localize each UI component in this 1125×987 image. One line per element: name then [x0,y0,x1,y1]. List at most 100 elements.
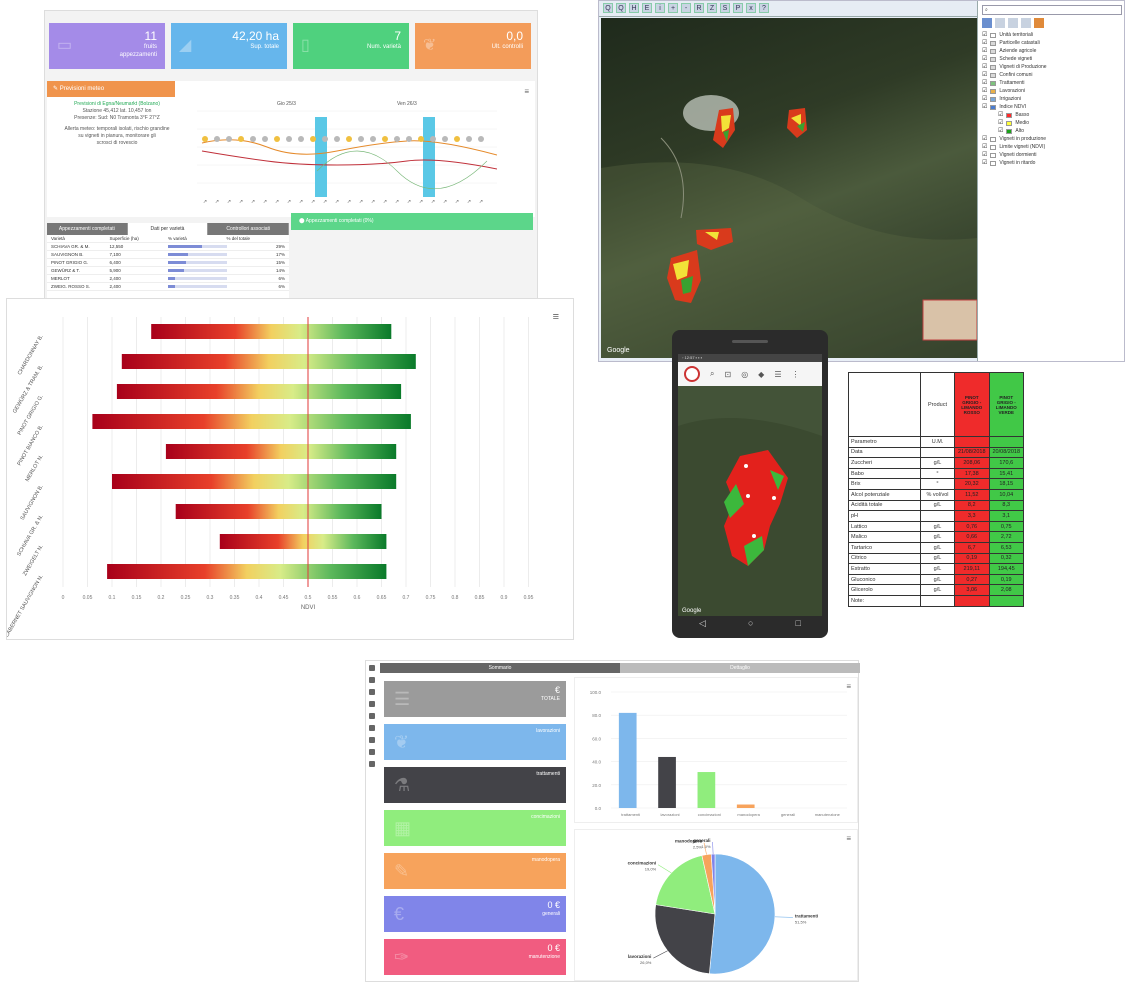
cost-card[interactable]: ✑ 0 € manutenzione [384,939,566,975]
tool-icon[interactable] [369,713,375,719]
column-header[interactable]: Superficie (ha) [110,235,169,242]
layer-item[interactable]: ☑ Particelle catastali [982,39,1122,47]
minimap[interactable] [922,299,978,341]
layer-item[interactable]: ☑ Limite vigneti (NDVI) [982,143,1122,151]
home-button[interactable]: ○ [748,618,753,634]
cost-bar[interactable] [697,772,716,808]
layer-item[interactable]: ☑ Indice NDVI [982,103,1122,111]
menu-icon[interactable]: ☰ [774,370,781,379]
column-header[interactable]: % varietà [168,235,227,242]
table-icon[interactable] [1021,18,1031,28]
layer-checkbox[interactable]: ☑ [982,63,987,71]
layer-checkbox[interactable]: ☑ [982,71,987,79]
wrench-icon[interactable] [369,749,375,755]
layer-checkbox[interactable]: ☑ [982,95,987,103]
ndvi-range-bar[interactable] [116,384,402,399]
cost-bar[interactable] [618,712,637,808]
ndvi-range-bar[interactable] [92,414,411,429]
recents-button[interactable]: □ [796,618,801,634]
cost-card[interactable]: ▦ concimazioni [384,810,566,846]
table-row[interactable]: MERLOT 2,400 6% [47,275,289,283]
app-logo[interactable] [684,366,700,382]
layer-item[interactable]: ☑ Alto [982,127,1122,135]
layers-search-input[interactable]: ⌕ [982,5,1122,15]
tab-1[interactable]: Dati per varietà [127,223,209,235]
cost-card[interactable]: €0 € generali [384,896,566,932]
bar-menu-icon[interactable]: ≡ [846,682,851,691]
layer-item[interactable]: ☑ Confini comuni [982,71,1122,79]
layer-checkbox[interactable]: ☑ [998,127,1003,135]
ndvi-range-bar[interactable] [165,444,397,459]
gis-tool-icon[interactable]: - [681,3,691,13]
summary-card[interactable]: ▯ 7 Num. varietà [293,23,409,69]
gis-tool-icon[interactable]: P [733,3,743,13]
tab-2[interactable]: Controllori associati [208,223,290,235]
layer-checkbox[interactable]: ☑ [982,31,987,39]
gis-tool-icon[interactable]: R [694,3,704,13]
list-icon[interactable] [369,677,375,683]
cost-card[interactable]: ⚗ trattamenti [384,767,566,803]
layer-item[interactable]: ☑ Aziende agricole [982,47,1122,55]
more-icon[interactable]: ⋮ [792,370,800,379]
home-icon[interactable] [369,665,375,671]
costs-tab-1[interactable]: Dettaglio [620,663,860,673]
gis-tool-icon[interactable]: Z [707,3,717,13]
layer-item[interactable]: ☑ Vigneti di Produzione [982,63,1122,71]
summary-card[interactable]: ▭ 11 fruits appezzamenti [49,23,165,69]
layer-checkbox[interactable]: ☑ [982,135,987,143]
cost-bar[interactable] [736,804,755,808]
layer-item[interactable]: ☑ Vigneti in ritardo [982,159,1122,167]
pie-slice[interactable] [654,904,716,975]
gis-tool-icon[interactable]: H [629,3,639,13]
layer-item[interactable]: ☑ Irrigazioni [982,95,1122,103]
stats-icon[interactable] [1034,18,1044,28]
tractor-icon[interactable] [369,737,375,743]
search-icon[interactable]: ⌕ [710,369,714,379]
ndvi-field-2[interactable] [787,108,807,138]
costs-tab-0[interactable]: Sommario [380,663,620,673]
column-header[interactable]: % del totale [227,235,286,242]
layer-item[interactable]: ☑ Unità territoriali [982,31,1122,39]
ndvi-range-bar[interactable] [107,564,387,579]
layer-checkbox[interactable]: ☑ [998,111,1003,119]
layer-item[interactable]: ☑ Trattamenti [982,79,1122,87]
layer-checkbox[interactable]: ☑ [982,39,987,47]
cost-bar[interactable] [658,756,676,808]
layer-checkbox[interactable]: ☑ [982,159,987,167]
layer-item[interactable]: ☑ Schede vigneti [982,55,1122,63]
pie-slice[interactable] [709,853,776,975]
sample-point[interactable] [746,494,750,498]
layer-item[interactable]: ☑ Vigneti in produzione [982,135,1122,143]
column-header[interactable]: Varietà [51,235,110,242]
scan-icon[interactable]: ⊡ [724,370,731,379]
table-row[interactable]: SAUVIGNON B. 7,100 17% [47,251,289,259]
back-button[interactable]: ◁ [699,618,706,634]
add-layer-icon[interactable] [982,18,992,28]
layer-item[interactable]: ☑ Lavorazioni [982,87,1122,95]
table-row[interactable]: SCHIAVA GR. & M. 12,550 29% [47,243,289,251]
cost-card[interactable]: ☰ € TOTALE [384,681,566,717]
gis-tool-icon[interactable]: i [655,3,665,13]
gis-tool-icon[interactable]: ? [759,3,769,13]
leaf-icon[interactable] [369,701,375,707]
remove-layer-icon[interactable] [995,18,1005,28]
summary-card[interactable]: ◢ 42,20 ha Sup. totale [171,23,287,69]
satellite-map[interactable]: Google [601,18,978,358]
phone-map[interactable]: Google [678,386,822,616]
layer-checkbox[interactable]: ☑ [982,79,987,87]
filter-icon[interactable] [1008,18,1018,28]
sample-point[interactable] [772,496,776,500]
pie-menu-icon[interactable]: ≡ [846,834,851,843]
layer-checkbox[interactable]: ☑ [982,103,987,111]
layer-item[interactable]: ☑ Medio [982,119,1122,127]
target-icon[interactable]: ◎ [741,370,748,379]
ndvi-range-bar[interactable] [151,324,392,339]
gis-tool-icon[interactable]: + [668,3,678,13]
layer-item[interactable]: ☑ Basso [982,111,1122,119]
gis-tool-icon[interactable]: E [642,3,652,13]
layer-item[interactable]: ☑ Vigneti dormienti [982,151,1122,159]
ndvi-range-bar[interactable] [175,504,382,519]
gis-tool-icon[interactable]: Q [616,3,626,13]
flask-icon[interactable] [369,689,375,695]
table-row[interactable]: GEWÜRZ & T. 5,900 14% [47,267,289,275]
